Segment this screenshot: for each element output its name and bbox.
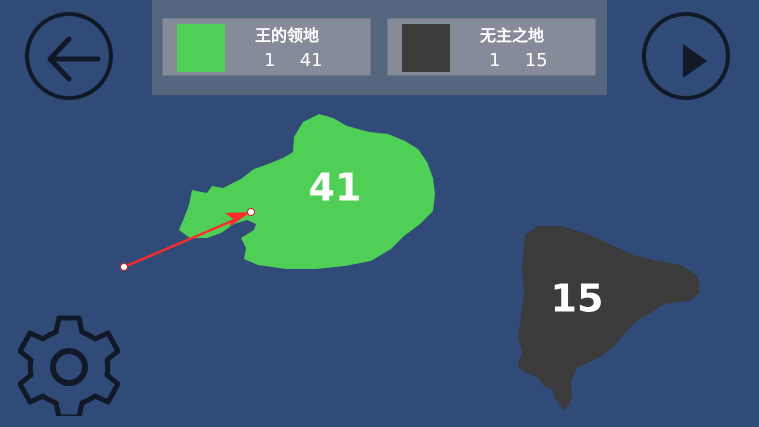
gear-icon: [17, 315, 121, 420]
game-screen: 41 15 王的领地 1 41 无主之地 1 15: [0, 0, 759, 427]
unowned-territory-name: 无主之地: [479, 26, 544, 45]
territory-neutral-troops: 15: [551, 277, 604, 321]
settings-button[interactable]: [17, 314, 121, 420]
king-territory-stats: 1 41: [249, 51, 339, 71]
king-territory-count: 1: [264, 50, 276, 71]
legend-card-unowned-territory: 无主之地 1 15: [387, 18, 596, 76]
attack-arrow-end-point[interactable]: [247, 208, 255, 216]
territory-player[interactable]: [179, 114, 435, 269]
unowned-territory-count: 1: [489, 50, 501, 71]
arrow-left-icon: [47, 36, 101, 82]
territory-summary-panel: 王的领地 1 41 无主之地 1 15: [152, 0, 607, 95]
unowned-territory-color-swatch: [402, 24, 450, 72]
unowned-territory-troops: 15: [524, 50, 548, 71]
play-icon: [683, 44, 707, 78]
back-button[interactable]: [25, 12, 113, 100]
king-territory-color-swatch: [177, 24, 225, 72]
king-territory-troops: 41: [299, 50, 323, 71]
play-button[interactable]: [642, 12, 730, 100]
territory-neutral[interactable]: [517, 226, 700, 411]
unowned-territory-stats: 1 15: [474, 51, 564, 71]
attack-arrow-start-point[interactable]: [120, 263, 128, 271]
territory-player-troops: 41: [309, 166, 362, 210]
legend-card-king-territory: 王的领地 1 41: [162, 18, 371, 76]
king-territory-name: 王的领地: [254, 26, 319, 45]
